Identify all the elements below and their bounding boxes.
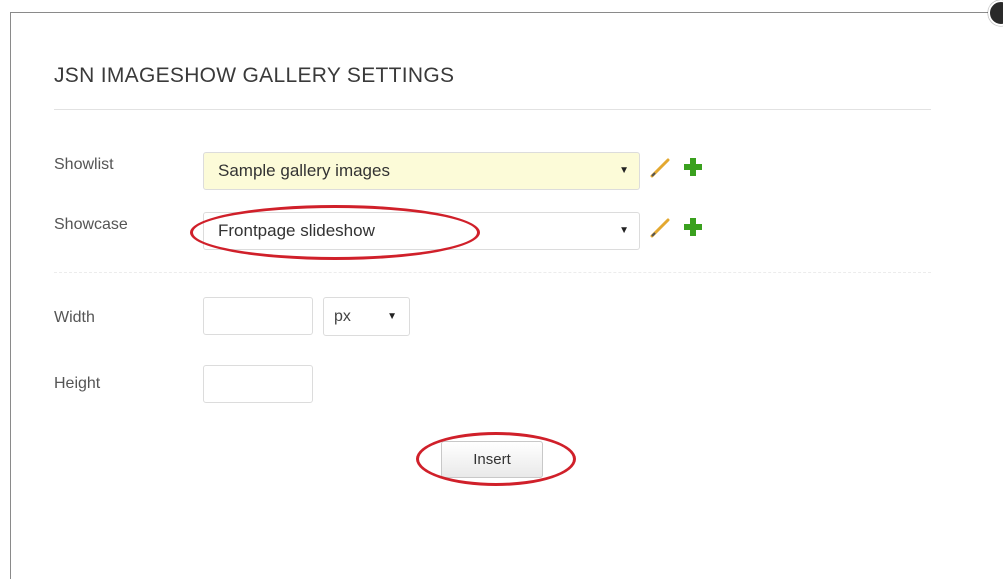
dialog-title: JSN IMAGESHOW GALLERY SETTINGS <box>54 64 455 87</box>
showcase-select[interactable]: Frontpage slideshow ▼ <box>203 212 640 250</box>
plus-icon[interactable] <box>683 217 703 237</box>
showlist-label: Showlist <box>54 156 114 173</box>
showcase-selected-value: Frontpage slideshow <box>218 221 375 240</box>
insert-button[interactable]: Insert <box>441 441 543 478</box>
close-icon[interactable] <box>988 0 1003 26</box>
width-unit-select[interactable]: px ▼ <box>323 297 410 336</box>
height-input[interactable] <box>203 365 313 403</box>
chevron-down-icon: ▼ <box>387 311 397 322</box>
height-label: Height <box>54 375 101 392</box>
chevron-down-icon: ▼ <box>619 225 629 236</box>
chevron-down-icon: ▼ <box>619 165 629 176</box>
gallery-settings-dialog: JSN IMAGESHOW GALLERY SETTINGS Showlist … <box>0 0 1003 579</box>
dialog-border-top <box>10 12 1003 13</box>
pencil-icon[interactable] <box>650 156 672 178</box>
width-unit-value: px <box>334 308 351 325</box>
showlist-selected-value: Sample gallery images <box>218 161 390 180</box>
dialog-border-left <box>10 12 11 579</box>
showcase-label: Showcase <box>54 216 128 233</box>
title-divider <box>54 109 931 110</box>
width-input[interactable] <box>203 297 313 335</box>
showlist-select[interactable]: Sample gallery images ▼ <box>203 152 640 190</box>
width-label: Width <box>54 309 95 326</box>
section-divider <box>54 272 931 273</box>
pencil-icon[interactable] <box>650 216 672 238</box>
plus-icon[interactable] <box>683 157 703 177</box>
